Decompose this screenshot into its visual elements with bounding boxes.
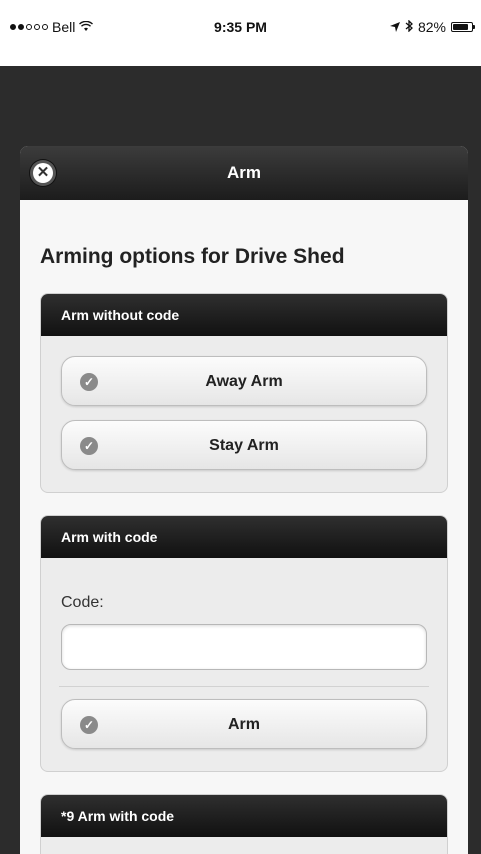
section-header: Arm with code xyxy=(41,516,447,558)
away-arm-label: Away Arm xyxy=(205,373,283,390)
bluetooth-icon xyxy=(405,19,413,35)
section-content xyxy=(41,837,447,854)
code-input[interactable] xyxy=(61,624,427,670)
arm-without-code-section: Arm without code ✓ Away Arm ✓ Stay Arm xyxy=(40,293,448,493)
status-bar: Bell 9:35 PM 82% xyxy=(0,0,481,66)
close-button[interactable]: ✕ xyxy=(30,160,56,186)
page-title: Arming options for Drive Shed xyxy=(40,245,345,268)
close-icon: ✕ xyxy=(33,163,53,183)
section-content: Code: ✓ Arm xyxy=(41,558,447,771)
dialog-header: ✕ Arm xyxy=(20,146,468,200)
check-icon: ✓ xyxy=(80,437,98,455)
check-icon: ✓ xyxy=(80,716,98,734)
stay-arm-button[interactable]: ✓ Stay Arm xyxy=(61,420,427,470)
location-arrow-icon xyxy=(389,19,400,35)
battery-percent: 82% xyxy=(417,19,446,35)
status-indicators: 82% xyxy=(389,19,475,35)
section-header: *9 Arm with code xyxy=(41,795,447,837)
check-icon: ✓ xyxy=(80,373,98,391)
arm-label: Arm xyxy=(227,716,260,733)
away-arm-button[interactable]: ✓ Away Arm xyxy=(61,356,427,406)
star9-arm-with-code-section: *9 Arm with code xyxy=(40,794,448,854)
stay-arm-label: Stay Arm xyxy=(209,437,279,454)
code-label: Code: xyxy=(61,594,104,611)
dialog-header-title: Arm xyxy=(226,163,261,182)
arm-button[interactable]: ✓ Arm xyxy=(61,699,427,749)
arm-dialog: ✕ Arm Arming options for Drive Shed Arm … xyxy=(20,146,468,854)
section-header: Arm without code xyxy=(41,294,447,336)
divider xyxy=(59,686,429,687)
section-content: ✓ Away Arm ✓ Stay Arm xyxy=(41,336,447,492)
battery-icon xyxy=(451,22,475,32)
dialog-body: Arming options for Drive Shed Arm withou… xyxy=(20,200,468,854)
arm-with-code-section: Arm with code Code: ✓ Arm xyxy=(40,515,448,772)
